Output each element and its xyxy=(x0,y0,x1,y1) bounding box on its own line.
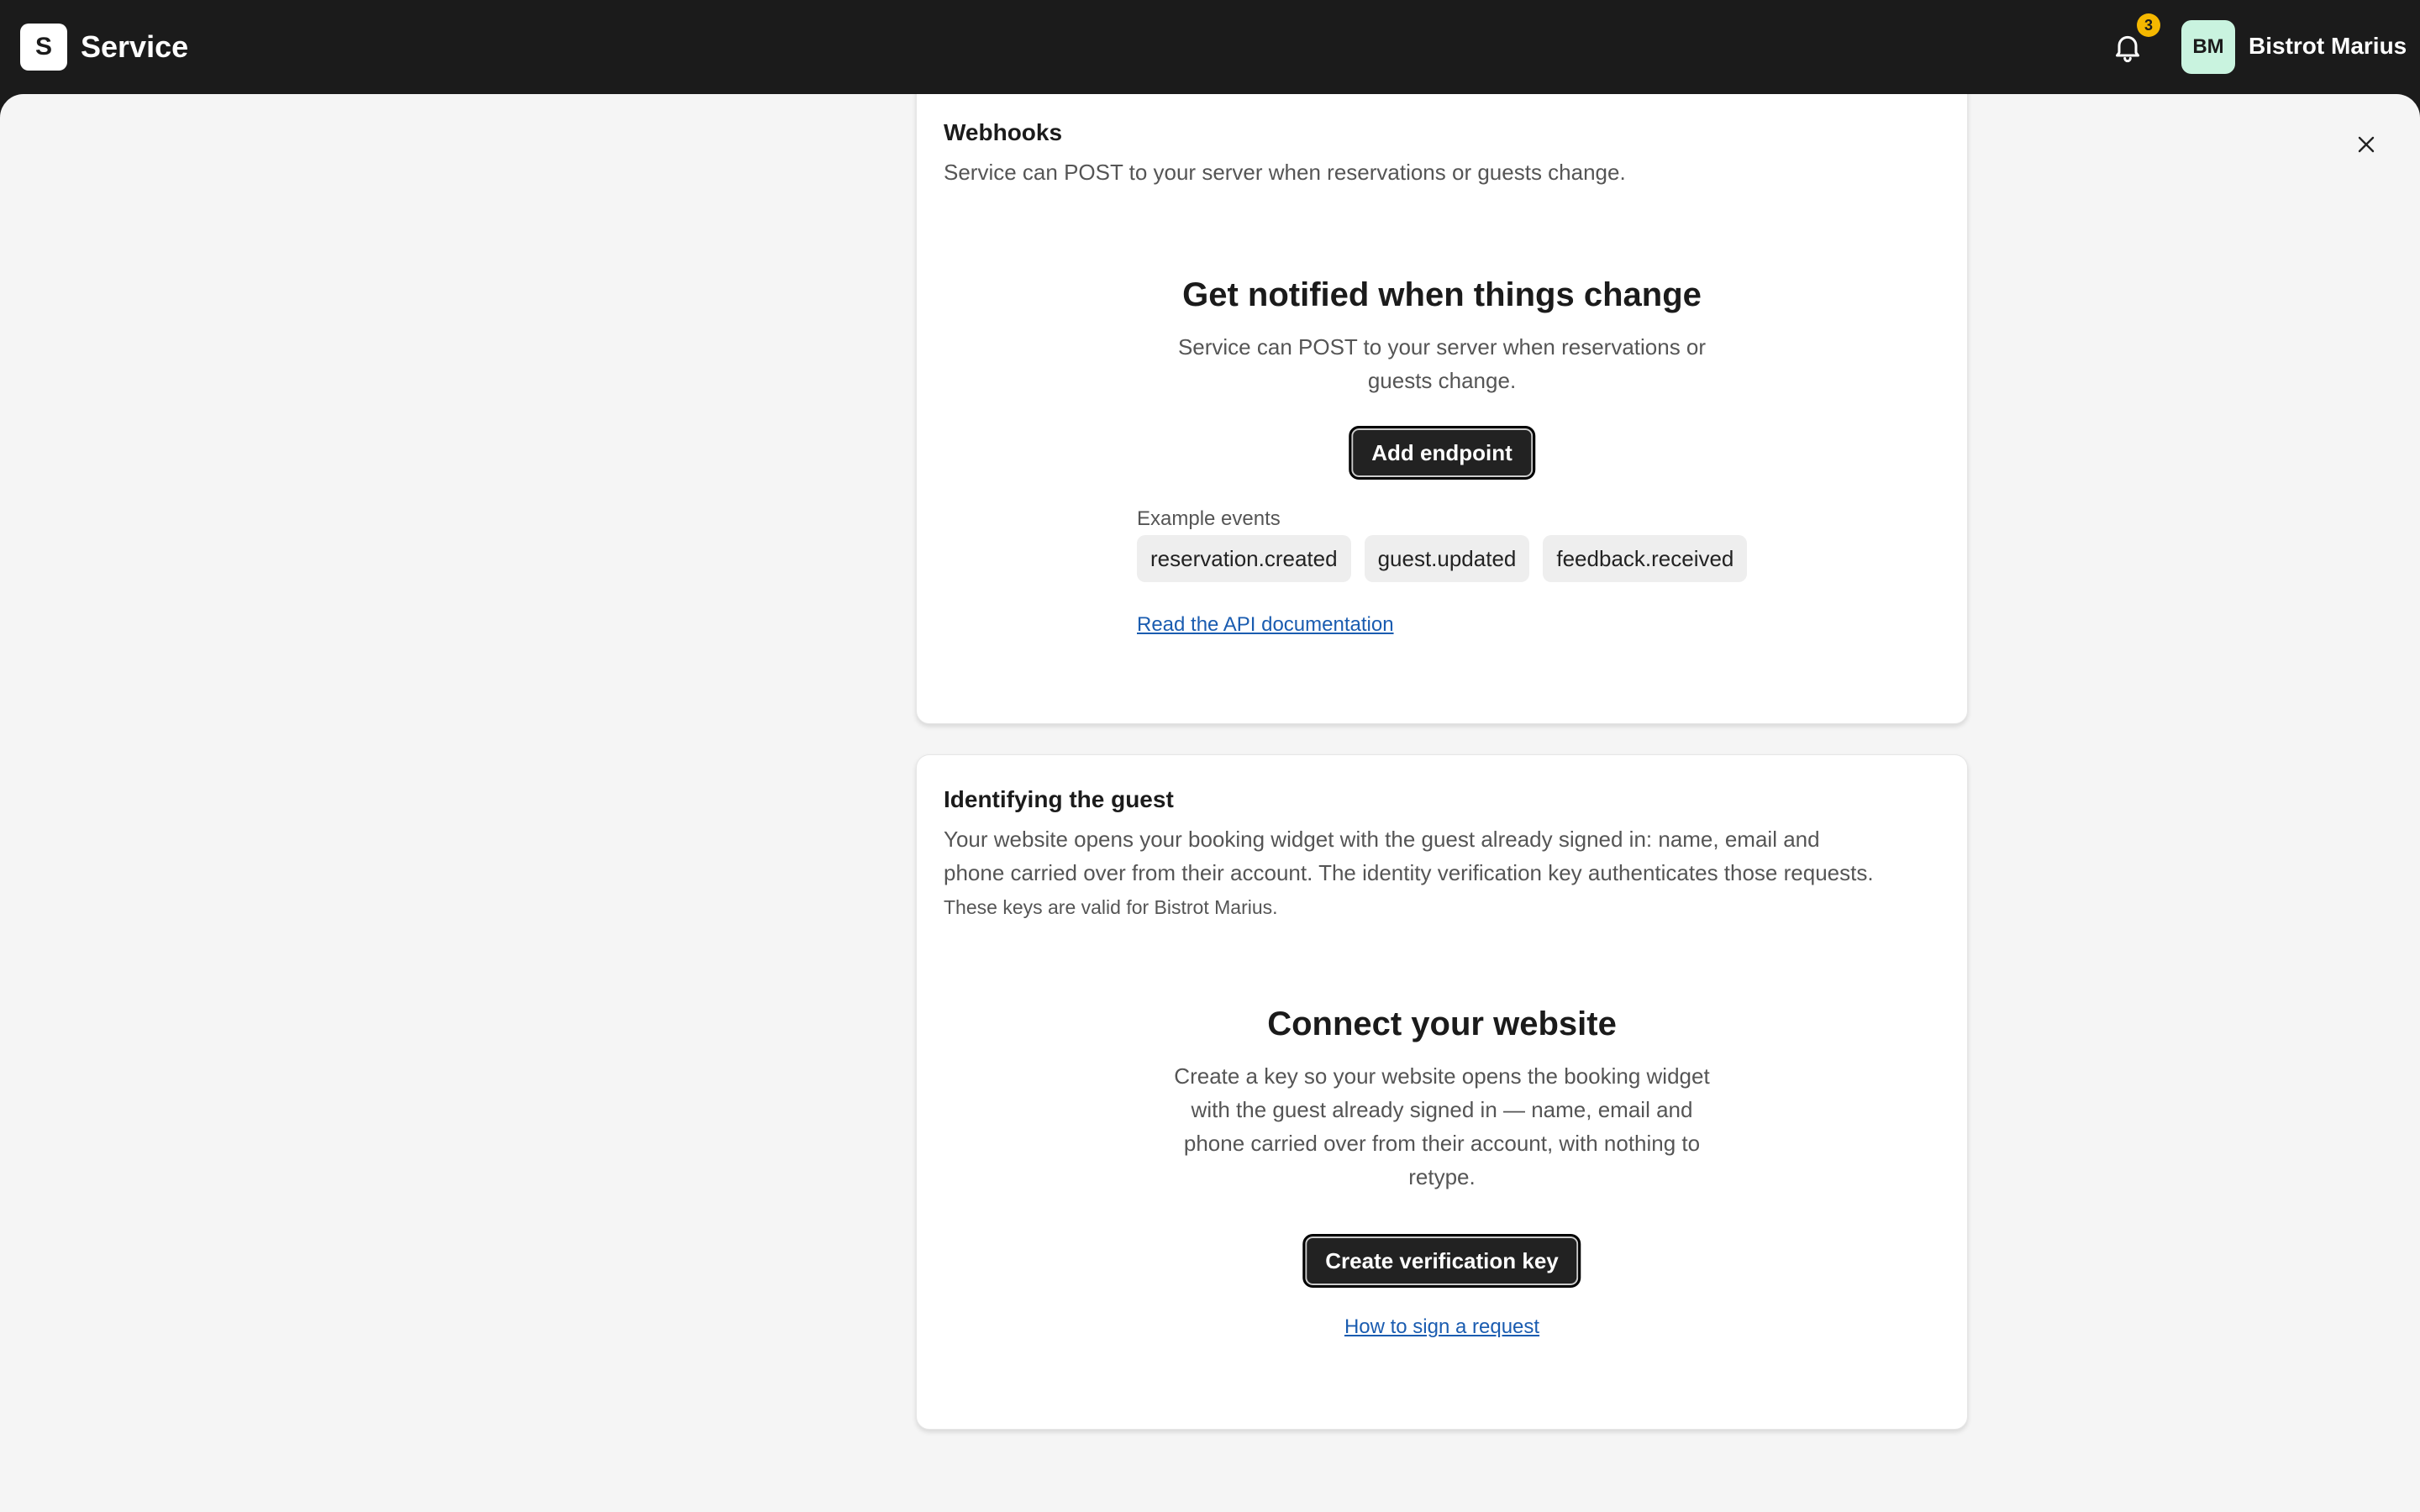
identity-keys-note: These keys are valid for Bistrot Marius. xyxy=(944,896,1278,918)
identity-empty-description: Create a key so your website opens the b… xyxy=(1174,1063,1710,1189)
event-chip: guest.updated xyxy=(1364,535,1530,582)
identity-card: Identifying the guest Your website opens… xyxy=(916,754,1968,1430)
close-icon xyxy=(2358,136,2375,153)
close-button[interactable] xyxy=(2349,128,2383,161)
webhooks-description: Service can POST to your server when res… xyxy=(944,160,1626,185)
example-events-label: Example events xyxy=(1137,507,1281,530)
top-bar: S Service 3 BM Bistrot Marius xyxy=(0,0,2420,94)
how-to-sign-link-label[interactable]: How to sign a request xyxy=(1344,1315,1539,1338)
webhooks-card: Webhooks Service can POST to your server… xyxy=(916,94,1968,724)
settings-sheet: Webhooks Service can POST to your server… xyxy=(0,94,2420,1512)
webhooks-empty-description: Service can POST to your server when res… xyxy=(1177,334,1707,393)
notifications-button[interactable] xyxy=(2111,30,2144,64)
webhooks-title: Webhooks xyxy=(944,119,1063,145)
event-chip: reservation.created xyxy=(1137,535,1351,582)
organization-name[interactable]: Bistrot Marius xyxy=(2249,32,2407,60)
bell-icon xyxy=(2116,35,2139,63)
event-chip: feedback.received xyxy=(1543,535,1748,582)
add-endpoint-button[interactable]: Add endpoint xyxy=(1349,426,1535,480)
how-to-sign-link[interactable]: How to sign a request xyxy=(917,1315,1967,1340)
webhooks-empty-title: Get notified when things change xyxy=(1182,276,1702,313)
api-documentation-link[interactable]: Read the API documentation xyxy=(1137,612,1394,638)
identity-description: Your website opens your booking widget w… xyxy=(944,827,1874,885)
identity-title: Identifying the guest xyxy=(944,786,1174,812)
example-events-list: reservation.created guest.updated feedba… xyxy=(1137,535,1748,582)
avatar[interactable]: BM xyxy=(2181,20,2235,74)
app-logo[interactable]: S xyxy=(20,24,67,71)
app-name[interactable]: Service xyxy=(81,29,188,66)
create-verification-key-button[interactable]: Create verification key xyxy=(1302,1234,1581,1288)
notification-count-badge: 3 xyxy=(2137,13,2160,37)
identity-empty-title: Connect your website xyxy=(1267,1005,1617,1042)
